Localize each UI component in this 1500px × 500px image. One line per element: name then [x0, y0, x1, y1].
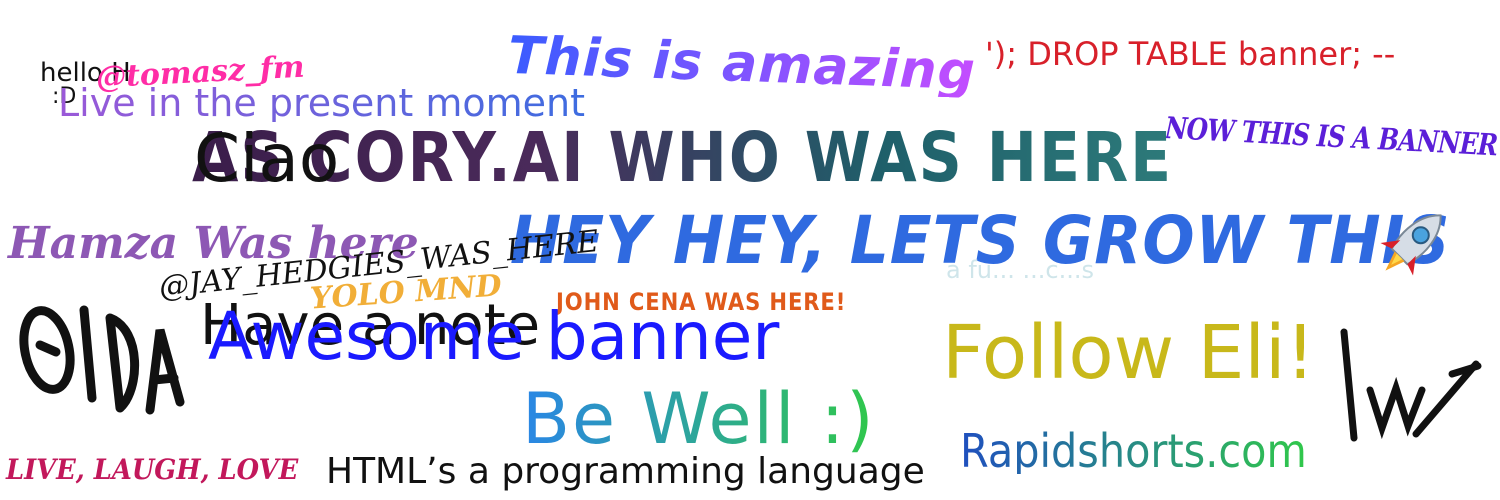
- awesome-banner-text: Awesome banner: [208, 298, 780, 375]
- drop-table-text: '); DROP TABLE banner; --: [985, 35, 1396, 73]
- live-laugh-love-text: LIVE, LAUGH, LOVE: [6, 453, 299, 486]
- present-moment-text: Live in the present moment: [58, 81, 586, 125]
- follow-eli-text: Follow Eli!: [942, 310, 1316, 396]
- rapidshorts-text: Rapidshorts.com: [960, 424, 1307, 478]
- be-well-text: Be Well :): [522, 378, 876, 460]
- oida-tag-icon: [19, 305, 185, 415]
- html-language-text: HTML’s a programming language: [326, 451, 925, 492]
- faint-text: a fu... ...c...s: [946, 256, 1094, 284]
- now-banner-text: NOW THIS IS A BANNER: [1164, 111, 1499, 164]
- amazing-text: This is amazing: [507, 25, 977, 103]
- ciao-text: Ciao: [194, 120, 340, 197]
- rocket-icon: [1380, 214, 1442, 276]
- signature-scribble-icon: [1340, 328, 1482, 442]
